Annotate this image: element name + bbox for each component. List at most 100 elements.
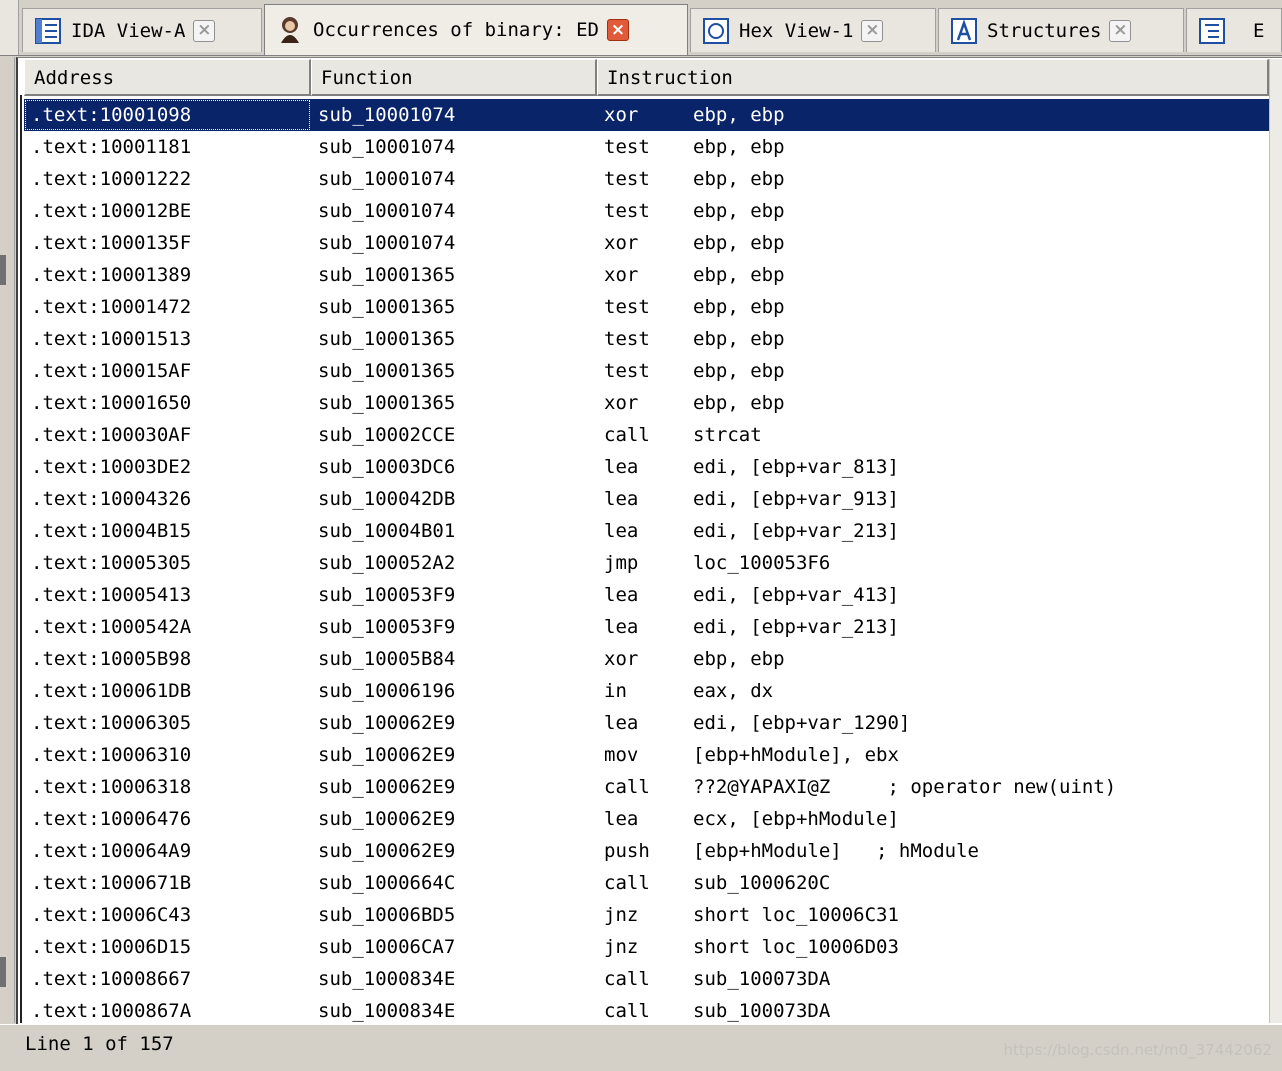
table-row[interactable]: .text:10005413 sub_100053F9 lea edi, [ebp+v… xyxy=(24,579,1269,611)
tab-hex-view-1[interactable]: Hex View-1 × xyxy=(690,8,936,52)
function-cell: sub_100042DB xyxy=(318,488,456,510)
address-cell: .text:10008667 xyxy=(31,968,192,990)
table-row[interactable]: .text:100030AF sub_10002CCE call strcat xyxy=(24,419,1269,451)
tab-label: Occurrences of binary: ED xyxy=(313,19,599,41)
table-row[interactable]: .text:1000542A sub_100053F9 lea edi, [ebp+v… xyxy=(24,611,1269,643)
mnemonic-cell: call xyxy=(604,968,650,990)
mnemonic-cell: lea xyxy=(604,616,639,638)
operands-cell: ebp, ebp xyxy=(693,648,785,670)
hex-view-icon xyxy=(703,17,729,44)
line-status: Line 1 of 157 xyxy=(25,1033,174,1055)
table-row[interactable]: .text:10006305 sub_100062E9 lea edi, [ebp+v… xyxy=(24,707,1269,739)
operands-cell: strcat xyxy=(693,424,762,446)
close-icon[interactable]: × xyxy=(606,19,629,41)
column-header: Address Function Instruction xyxy=(24,59,1269,96)
column-header-address[interactable]: Address xyxy=(24,59,311,96)
table-row[interactable]: .text:100012BE sub_10001074 test ebp, ebp xyxy=(24,195,1269,227)
function-cell: sub_10001074 xyxy=(318,200,456,222)
operands-cell: sub_1000620C xyxy=(693,872,831,894)
mnemonic-cell: xor xyxy=(604,392,639,414)
status-bar: Line 1 of 157 https://blog.csdn.net/m0_3… xyxy=(0,1024,1282,1071)
table-row[interactable]: .text:10004B15 sub_10004B01 lea edi, [ebp+v… xyxy=(24,515,1269,547)
table-row[interactable]: .text:100061DB sub_10006196 in eax, dx xyxy=(24,675,1269,707)
address-cell: .text:100064A9 xyxy=(31,840,192,862)
table-row[interactable]: .text:10006D15 sub_10006CA7 jnz short loc_1… xyxy=(24,931,1269,963)
table-row[interactable]: .text:10004326 sub_100042DB lea edi, [ebp+v… xyxy=(24,483,1269,515)
operands-cell: edi, [ebp+var_413] xyxy=(693,584,899,606)
operands-cell: ecx, [ebp+hModule] xyxy=(693,808,899,830)
address-cell: .text:10006C43 xyxy=(31,904,192,926)
operands-cell: sub_100073DA xyxy=(693,1000,831,1022)
table-row[interactable]: .text:10001181 sub_10001074 test ebp, ebp xyxy=(24,131,1269,163)
function-cell: sub_100062E9 xyxy=(318,744,456,766)
close-icon[interactable]: × xyxy=(193,19,216,42)
mnemonic-cell: test xyxy=(604,200,650,222)
table-row[interactable]: .text:1000135F sub_10001074 xor ebp, ebp xyxy=(24,227,1269,259)
table-row[interactable]: .text:1000867A sub_1000834E call sub_100073… xyxy=(24,995,1269,1027)
table-row[interactable]: .text:10006310 sub_100062E9 mov [ebp+hModul… xyxy=(24,739,1269,771)
address-cell: .text:10005413 xyxy=(31,584,192,606)
operands-cell: [ebp+hModule], ebx xyxy=(693,744,899,766)
enums-icon xyxy=(1199,17,1225,44)
address-cell: .text:100061DB xyxy=(31,680,192,702)
table-row[interactable]: .text:10006476 sub_100062E9 lea ecx, [ebp+h… xyxy=(24,803,1269,835)
address-cell: .text:10001389 xyxy=(31,264,192,286)
mnemonic-cell: push xyxy=(604,840,650,862)
table-row[interactable]: .text:10001513 sub_10001365 test ebp, ebp xyxy=(24,323,1269,355)
mnemonic-cell: jmp xyxy=(604,552,639,574)
address-cell: .text:10006305 xyxy=(31,712,192,734)
address-cell: .text:10001098 xyxy=(24,99,311,131)
address-cell: .text:10006D15 xyxy=(31,936,192,958)
column-header-instruction[interactable]: Instruction xyxy=(597,59,1269,96)
operands-cell: short loc_10006D03 xyxy=(693,936,899,958)
table-row[interactable]: .text:10006C43 sub_10006BD5 jnz short loc_1… xyxy=(24,899,1269,931)
close-icon[interactable]: × xyxy=(1109,19,1132,42)
address-cell: .text:10005B98 xyxy=(31,648,192,670)
mnemonic-cell: xor xyxy=(604,264,639,286)
table-row[interactable]: .text:10001098 sub_10001074 xor ebp, ebp xyxy=(24,99,1269,131)
operands-cell: ebp, ebp xyxy=(693,200,785,222)
function-cell: sub_10001365 xyxy=(318,360,456,382)
table-row[interactable]: .text:10006318 sub_100062E9 call ??2@YAPAXI… xyxy=(24,771,1269,803)
address-cell: .text:10004B15 xyxy=(31,520,192,542)
address-cell: .text:100012BE xyxy=(31,200,192,222)
address-cell: .text:1000671B xyxy=(31,872,192,894)
tab-enums[interactable]: E xyxy=(1186,8,1282,52)
occurrence-rows: .text:10001098 sub_10001074 xor ebp, ebp .te… xyxy=(24,99,1269,1027)
watermark: https://blog.csdn.net/m0_37442062 xyxy=(1003,1041,1272,1059)
column-header-function[interactable]: Function xyxy=(311,59,597,96)
table-row[interactable]: .text:10003DE2 sub_10003DC6 lea edi, [ebp+v… xyxy=(24,451,1269,483)
operands-cell: edi, [ebp+var_913] xyxy=(693,488,899,510)
operands-cell: ??2@YAPAXI@Z ; operator new(uint) xyxy=(693,776,1117,798)
mnemonic-cell: call xyxy=(604,424,650,446)
mnemonic-cell: test xyxy=(604,168,650,190)
table-row[interactable]: .text:1000671B sub_1000664C call sub_100062… xyxy=(24,867,1269,899)
table-row[interactable]: .text:10001222 sub_10001074 test ebp, ebp xyxy=(24,163,1269,195)
operands-cell: ebp, ebp xyxy=(693,360,785,382)
list-left-rule xyxy=(20,95,22,1023)
function-cell: sub_10001074 xyxy=(318,232,456,254)
mnemonic-cell: lea xyxy=(604,584,639,606)
mnemonic-cell: xor xyxy=(604,232,639,254)
table-row[interactable]: .text:10001650 sub_10001365 xor ebp, ebp xyxy=(24,387,1269,419)
table-row[interactable]: .text:10005305 sub_100052A2 jmp loc_100053F… xyxy=(24,547,1269,579)
mnemonic-cell: lea xyxy=(604,712,639,734)
table-row[interactable]: .text:10001472 sub_10001365 test ebp, ebp xyxy=(24,291,1269,323)
vertical-scrollbar[interactable] xyxy=(1269,59,1282,1023)
mnemonic-cell: in xyxy=(604,680,627,702)
tab-occurrences-of-binary[interactable]: Occurrences of binary: ED × xyxy=(264,4,688,55)
tab-ida-view-a[interactable]: IDA View-A × xyxy=(22,8,262,52)
table-row[interactable]: .text:100015AF sub_10001365 test ebp, ebp xyxy=(24,355,1269,387)
function-cell: sub_10001365 xyxy=(318,264,456,286)
table-row[interactable]: .text:10001389 sub_10001365 xor ebp, ebp xyxy=(24,259,1269,291)
operands-cell: ebp, ebp xyxy=(693,232,785,254)
table-row[interactable]: .text:10005B98 sub_10005B84 xor ebp, ebp xyxy=(24,643,1269,675)
table-row[interactable]: .text:10008667 sub_1000834E call sub_100073… xyxy=(24,963,1269,995)
tab-structures[interactable]: Structures × xyxy=(938,8,1184,52)
mnemonic-cell: lea xyxy=(604,808,639,830)
mnemonic-cell: test xyxy=(604,328,650,350)
table-row[interactable]: .text:100064A9 sub_100062E9 push [ebp+hModu… xyxy=(24,835,1269,867)
close-icon[interactable]: × xyxy=(861,19,884,42)
mnemonic-cell: xor xyxy=(604,648,639,670)
structures-icon xyxy=(951,17,977,44)
